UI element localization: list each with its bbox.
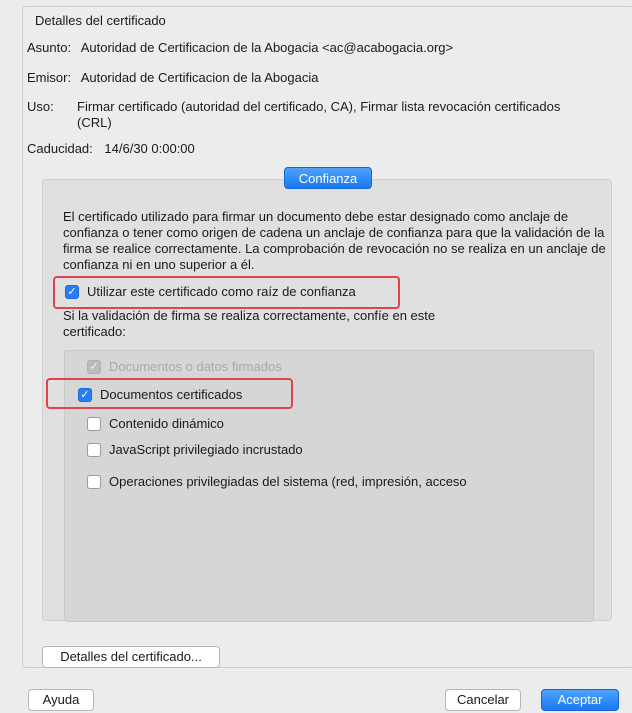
usage-value-line1: Firmar certificado (autoridad del certif… (77, 99, 561, 114)
option-signed-docs-label: Documentos o datos firmados (109, 359, 282, 374)
usage-value-line2: (CRL) (77, 115, 112, 130)
trust-note: Si la validación de firma se realiza cor… (63, 308, 436, 339)
option-system-operations[interactable]: Operaciones privilegiadas del sistema (r… (87, 474, 467, 489)
option-privileged-js-label: JavaScript privilegiado incrustado (109, 442, 303, 457)
expiry-value: 14/6/30 0:00:00 (104, 141, 195, 156)
cancel-button[interactable]: Cancelar (445, 689, 521, 711)
subject-row: Asunto: Autoridad de Certificacion de la… (27, 40, 453, 55)
tab-confianza[interactable]: Confianza (284, 167, 372, 189)
usage-label: Uso: (27, 99, 54, 114)
checkbox-checked-disabled-icon: ✓ (87, 359, 101, 374)
issuer-row: Emisor: Autoridad de Certificacion de la… (27, 70, 318, 85)
option-dynamic-content-label: Contenido dinámico (109, 416, 224, 431)
highlight-root-trust (53, 276, 400, 309)
trust-description: El certificado utilizado para firmar un … (63, 209, 606, 272)
expiry-label: Caducidad: (27, 141, 93, 156)
option-signed-docs: ✓ Documentos o datos firmados (87, 359, 282, 374)
checkbox-unchecked-icon[interactable] (87, 442, 101, 457)
subject-label: Asunto: (27, 40, 72, 55)
highlight-certified-docs (46, 378, 293, 409)
expiry-row: Caducidad: 14/6/30 0:00:00 (27, 141, 195, 156)
checkbox-unchecked-icon[interactable] (87, 474, 101, 489)
help-button[interactable]: Ayuda (28, 689, 94, 711)
option-dynamic-content[interactable]: Contenido dinámico (87, 416, 224, 431)
option-privileged-js[interactable]: JavaScript privilegiado incrustado (87, 442, 303, 457)
issuer-value: Autoridad de Certificacion de la Abogaci… (80, 70, 319, 85)
option-system-operations-label: Operaciones privilegiadas del sistema (r… (109, 474, 467, 489)
subject-value: Autoridad de Certificacion de la Abogaci… (80, 40, 454, 55)
checkbox-unchecked-icon[interactable] (87, 416, 101, 431)
accept-button[interactable]: Aceptar (541, 689, 619, 711)
section-title: Detalles del certificado (35, 13, 166, 28)
usage-value: Firmar certificado (autoridad del certif… (77, 99, 560, 131)
issuer-label: Emisor: (27, 70, 72, 85)
certificate-details-button[interactable]: Detalles del certificado... (42, 646, 220, 668)
